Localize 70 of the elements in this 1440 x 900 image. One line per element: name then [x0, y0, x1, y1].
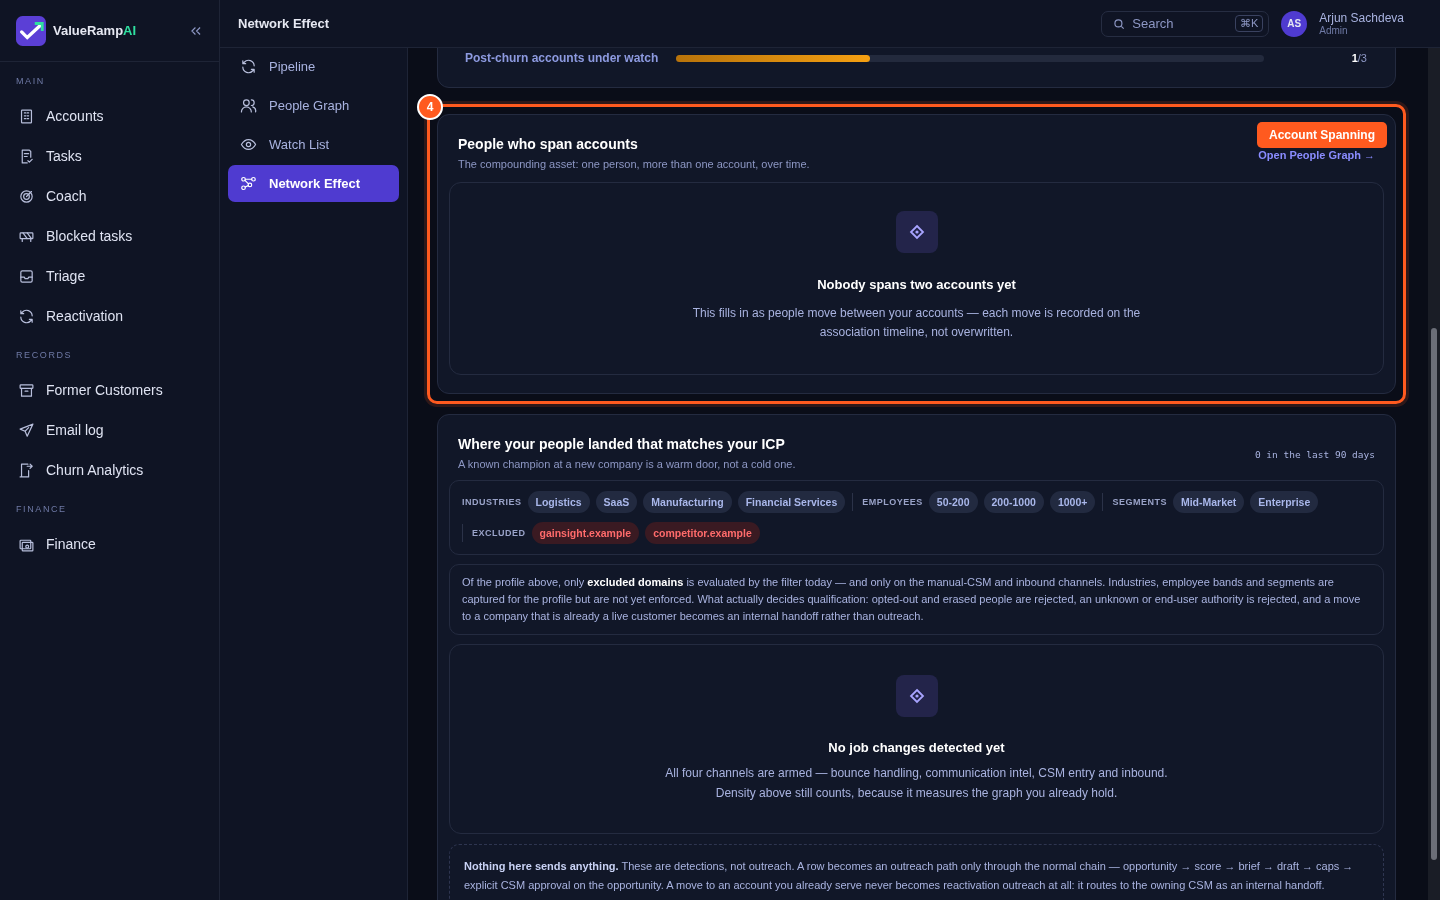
refresh-icon — [240, 58, 257, 75]
sidebar-item[interactable]: Reactivation — [8, 296, 211, 336]
user-name: Arjun Sachdeva — [1319, 11, 1404, 25]
search-icon — [1112, 16, 1127, 31]
brand-name: ValueRampAI — [53, 23, 138, 38]
target-icon — [18, 187, 35, 205]
filter-label: INDUSTRIES — [462, 497, 522, 507]
sidebar-item[interactable]: Former Customers — [8, 370, 211, 410]
count-note: 0 in the last 90 days — [1254, 449, 1375, 460]
metric-value: 1/3 — [1351, 52, 1367, 64]
filter-label: EMPLOYEES — [862, 497, 923, 507]
inbox-icon — [18, 267, 35, 285]
empty-text: All four channels are armed — bounce handling, communication intel, CSM entry and inbound. — [665, 765, 1168, 782]
card-subtitle: The compounding asset: one person, more than one account, over time. — [458, 158, 810, 170]
filter-chip: Manufacturing — [643, 491, 732, 513]
metric-label: Post-churn accounts under watch — [465, 51, 659, 65]
people-icon — [240, 97, 257, 114]
disclaimer-note: Nothing here sends anything. These are detections, not outreach. A row becomes an outreach path only through the normal chain — opportunity → score → brief → draft → caps → explicit CSM approval on the opportunity. A move to an account you already serve never becomes reactivation outreach at all: it routes to the owning CSM as an internal handoff. — [449, 844, 1384, 900]
people-graph-link[interactable]: Open People Graph → — [1258, 149, 1375, 161]
empty-text: Density above still counts, because it measures the graph you already hold. — [715, 785, 1118, 802]
filter-chip: 50-200 — [928, 491, 978, 513]
eye-icon — [240, 136, 257, 153]
section-label: MAIN — [15, 75, 46, 88]
network-icon — [240, 175, 257, 192]
sidebar-item[interactable]: Blocked tasks — [8, 216, 211, 256]
empty-text: This fills in as people move between your accounts — each move is recorded on the association timeline, not overwritten. — [691, 305, 1142, 341]
subnav-item[interactable]: Watch List — [228, 126, 399, 163]
filter-chip: Enterprise — [1250, 491, 1319, 513]
section-label: RECORDS — [15, 349, 74, 362]
filter-chip: gainsight.example — [531, 522, 640, 544]
send-icon — [18, 421, 35, 439]
sidebar-item[interactable]: Triage — [8, 256, 211, 296]
filter-chip: competitor.example — [645, 522, 760, 544]
sidebar-item[interactable]: Accounts — [8, 96, 211, 136]
section-label: FINANCE — [15, 503, 68, 516]
refresh-icon — [18, 307, 35, 325]
filter-chip: Financial Services — [737, 491, 846, 513]
filter-chip: Mid-Market — [1172, 491, 1245, 513]
logo-icon — [16, 15, 46, 46]
scrollbar[interactable] — [1428, 48, 1440, 900]
filter-label: SEGMENTS — [1112, 497, 1167, 507]
filter-chip: 200-1000 — [983, 491, 1044, 513]
subnav-item[interactable]: Network Effect — [228, 165, 399, 202]
empty-title: Nobody spans two accounts yet — [817, 277, 1016, 292]
step-label: Account Spanning — [1257, 122, 1387, 148]
filter-label: EXCLUDED — [472, 528, 526, 538]
archive-icon — [18, 381, 35, 399]
card-title: Where your people landed that matches your ICP — [458, 436, 786, 452]
filter-chip: Logistics — [527, 491, 590, 513]
sidebar-item[interactable]: Tasks — [8, 136, 211, 176]
sidebar-item[interactable]: Churn Analytics — [8, 450, 211, 490]
card-title: People who span accounts — [458, 136, 639, 152]
filter-chip: 1000+ — [1049, 491, 1096, 513]
building-icon — [18, 107, 35, 125]
shortcut-key: ⌘K — [1234, 15, 1264, 32]
filter-chip: SaaS — [595, 491, 638, 513]
door-icon — [18, 461, 35, 479]
card-subtitle: A known champion at a new company is a warm door, not a cold one. — [458, 458, 796, 470]
sidebar-item[interactable]: Coach — [8, 176, 211, 216]
user-role: Admin — [1319, 25, 1349, 36]
page-title: Network Effect — [238, 16, 331, 31]
step-badge: 4 — [417, 94, 443, 120]
info-note: Of the profile above, only excluded domains is evaluated by the filter today — and only on the manual-CSM and inbound channels. Industries, employee bands and segments are captured for the profile but are not yet enforced. What actually decides qualification: opted-out and erased people are rejected, an unknown or end-user authority is rejected, and a move to a company that is already a live customer becomes an internal handoff rather than outreach. — [449, 564, 1384, 635]
subnav-item[interactable]: People Graph — [228, 87, 399, 124]
search-field[interactable]: Search ⌘K — [1101, 10, 1270, 37]
subnav-item[interactable]: Pipeline — [228, 48, 399, 85]
sidebar-item[interactable]: Email log — [8, 410, 211, 450]
user-avatar[interactable]: AS — [1281, 10, 1308, 37]
empty-title: No job changes detected yet — [828, 740, 1005, 755]
sidebar-item[interactable]: Finance — [8, 524, 211, 564]
